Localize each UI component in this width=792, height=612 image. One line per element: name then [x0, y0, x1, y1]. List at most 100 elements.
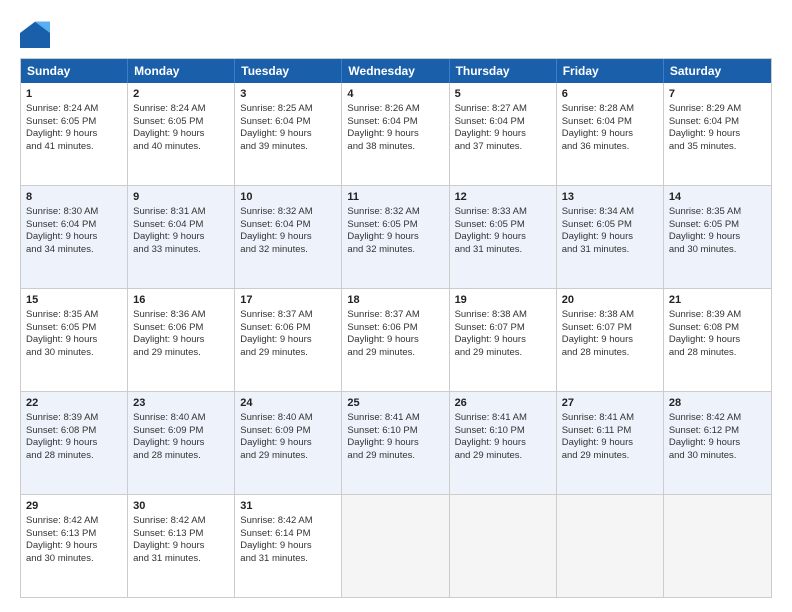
daylight-minutes: and 30 minutes. [669, 244, 737, 255]
sunset-text: Sunset: 6:05 PM [455, 219, 525, 230]
day-number: 13 [562, 190, 658, 205]
daylight-text: Daylight: 9 hours [240, 437, 311, 448]
daylight-text: Daylight: 9 hours [455, 334, 526, 345]
daylight-minutes: and 31 minutes. [562, 244, 630, 255]
day-number: 7 [669, 87, 766, 102]
day-number: 6 [562, 87, 658, 102]
sunrise-text: Sunrise: 8:42 AM [26, 515, 98, 526]
calendar-header: SundayMondayTuesdayWednesdayThursdayFrid… [21, 59, 771, 83]
calendar-cell: 7Sunrise: 8:29 AMSunset: 6:04 PMDaylight… [664, 83, 771, 185]
calendar-cell: 31Sunrise: 8:42 AMSunset: 6:14 PMDayligh… [235, 495, 342, 597]
calendar-row-5: 29Sunrise: 8:42 AMSunset: 6:13 PMDayligh… [21, 495, 771, 597]
sunrise-text: Sunrise: 8:38 AM [562, 309, 634, 320]
daylight-minutes: and 32 minutes. [240, 244, 308, 255]
sunset-text: Sunset: 6:07 PM [562, 322, 632, 333]
day-number: 31 [240, 499, 336, 514]
daylight-minutes: and 29 minutes. [347, 347, 415, 358]
calendar-cell: 19Sunrise: 8:38 AMSunset: 6:07 PMDayligh… [450, 289, 557, 391]
sunrise-text: Sunrise: 8:40 AM [133, 412, 205, 423]
sunset-text: Sunset: 6:13 PM [133, 528, 203, 539]
sunset-text: Sunset: 6:07 PM [455, 322, 525, 333]
calendar-cell [342, 495, 449, 597]
sunrise-text: Sunrise: 8:33 AM [455, 206, 527, 217]
calendar-page: SundayMondayTuesdayWednesdayThursdayFrid… [0, 0, 792, 612]
sunrise-text: Sunrise: 8:32 AM [347, 206, 419, 217]
day-number: 20 [562, 293, 658, 308]
calendar-cell: 5Sunrise: 8:27 AMSunset: 6:04 PMDaylight… [450, 83, 557, 185]
sunrise-text: Sunrise: 8:35 AM [26, 309, 98, 320]
sunset-text: Sunset: 6:04 PM [669, 116, 739, 127]
daylight-text: Daylight: 9 hours [669, 437, 740, 448]
daylight-text: Daylight: 9 hours [562, 437, 633, 448]
sunset-text: Sunset: 6:05 PM [347, 219, 417, 230]
sunset-text: Sunset: 6:04 PM [562, 116, 632, 127]
calendar-cell [450, 495, 557, 597]
header-day-saturday: Saturday [664, 59, 771, 83]
daylight-minutes: and 31 minutes. [133, 553, 201, 564]
daylight-minutes: and 33 minutes. [133, 244, 201, 255]
sunset-text: Sunset: 6:10 PM [347, 425, 417, 436]
calendar-cell: 26Sunrise: 8:41 AMSunset: 6:10 PMDayligh… [450, 392, 557, 494]
sunset-text: Sunset: 6:05 PM [562, 219, 632, 230]
sunset-text: Sunset: 6:05 PM [133, 116, 203, 127]
calendar-cell: 3Sunrise: 8:25 AMSunset: 6:04 PMDaylight… [235, 83, 342, 185]
sunrise-text: Sunrise: 8:41 AM [455, 412, 527, 423]
daylight-text: Daylight: 9 hours [26, 334, 97, 345]
sunrise-text: Sunrise: 8:36 AM [133, 309, 205, 320]
sunset-text: Sunset: 6:06 PM [240, 322, 310, 333]
calendar-cell: 11Sunrise: 8:32 AMSunset: 6:05 PMDayligh… [342, 186, 449, 288]
daylight-text: Daylight: 9 hours [669, 128, 740, 139]
sunset-text: Sunset: 6:10 PM [455, 425, 525, 436]
sunrise-text: Sunrise: 8:34 AM [562, 206, 634, 217]
page-header [20, 18, 772, 48]
day-number: 5 [455, 87, 551, 102]
sunrise-text: Sunrise: 8:31 AM [133, 206, 205, 217]
daylight-minutes: and 29 minutes. [455, 347, 523, 358]
daylight-text: Daylight: 9 hours [26, 231, 97, 242]
calendar-cell: 2Sunrise: 8:24 AMSunset: 6:05 PMDaylight… [128, 83, 235, 185]
sunset-text: Sunset: 6:08 PM [26, 425, 96, 436]
calendar-row-2: 8Sunrise: 8:30 AMSunset: 6:04 PMDaylight… [21, 186, 771, 289]
header-day-monday: Monday [128, 59, 235, 83]
calendar-cell: 23Sunrise: 8:40 AMSunset: 6:09 PMDayligh… [128, 392, 235, 494]
calendar-cell: 25Sunrise: 8:41 AMSunset: 6:10 PMDayligh… [342, 392, 449, 494]
calendar-cell: 22Sunrise: 8:39 AMSunset: 6:08 PMDayligh… [21, 392, 128, 494]
daylight-text: Daylight: 9 hours [133, 334, 204, 345]
sunrise-text: Sunrise: 8:24 AM [133, 103, 205, 114]
day-number: 3 [240, 87, 336, 102]
day-number: 9 [133, 190, 229, 205]
sunrise-text: Sunrise: 8:35 AM [669, 206, 741, 217]
daylight-minutes: and 36 minutes. [562, 141, 630, 152]
header-day-sunday: Sunday [21, 59, 128, 83]
header-day-friday: Friday [557, 59, 664, 83]
daylight-minutes: and 28 minutes. [26, 450, 94, 461]
daylight-text: Daylight: 9 hours [240, 231, 311, 242]
calendar-cell: 28Sunrise: 8:42 AMSunset: 6:12 PMDayligh… [664, 392, 771, 494]
calendar-cell: 27Sunrise: 8:41 AMSunset: 6:11 PMDayligh… [557, 392, 664, 494]
daylight-minutes: and 29 minutes. [455, 450, 523, 461]
sunrise-text: Sunrise: 8:41 AM [347, 412, 419, 423]
daylight-text: Daylight: 9 hours [240, 540, 311, 551]
calendar-cell: 12Sunrise: 8:33 AM Sunset: 6:05 PMDayligh… [450, 186, 557, 288]
sunset-text: Sunset: 6:06 PM [347, 322, 417, 333]
sunset-text: Sunset: 6:09 PM [133, 425, 203, 436]
day-number: 21 [669, 293, 766, 308]
calendar-cell: 9Sunrise: 8:31 AMSunset: 6:04 PMDaylight… [128, 186, 235, 288]
sunrise-text: Sunrise: 8:32 AM [240, 206, 312, 217]
calendar-cell: 20Sunrise: 8:38 AMSunset: 6:07 PMDayligh… [557, 289, 664, 391]
daylight-minutes: and 34 minutes. [26, 244, 94, 255]
day-number: 23 [133, 396, 229, 411]
day-number: 27 [562, 396, 658, 411]
daylight-text: Daylight: 9 hours [669, 231, 740, 242]
sunset-text: Sunset: 6:05 PM [669, 219, 739, 230]
day-number: 12 [455, 190, 551, 205]
daylight-text: Daylight: 9 hours [455, 231, 526, 242]
header-day-thursday: Thursday [450, 59, 557, 83]
sunset-text: Sunset: 6:13 PM [26, 528, 96, 539]
daylight-text: Daylight: 9 hours [26, 540, 97, 551]
daylight-minutes: and 31 minutes. [455, 244, 523, 255]
daylight-minutes: and 37 minutes. [455, 141, 523, 152]
day-number: 19 [455, 293, 551, 308]
sunrise-text: Sunrise: 8:37 AM [347, 309, 419, 320]
sunset-text: Sunset: 6:04 PM [133, 219, 203, 230]
